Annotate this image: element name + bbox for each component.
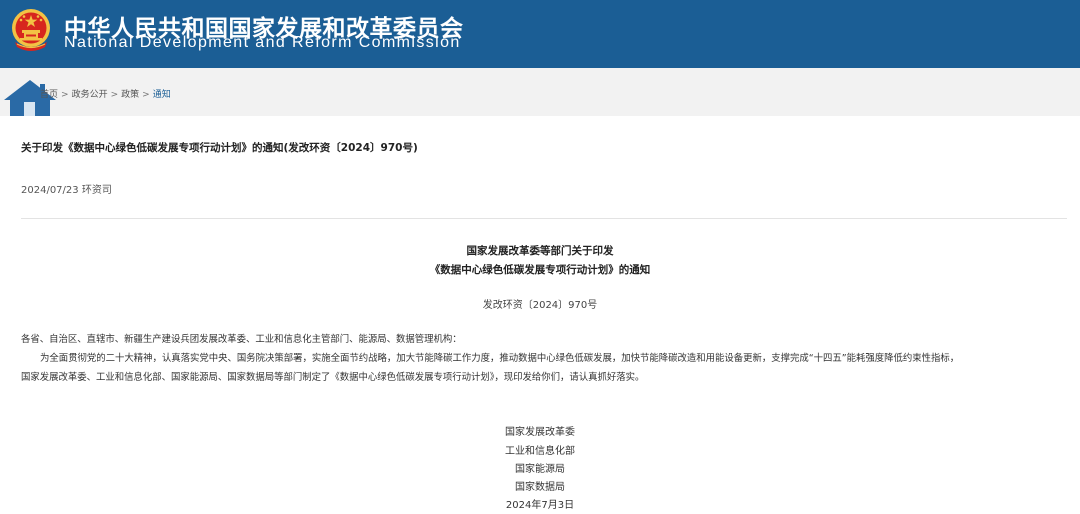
breadcrumb-separator: > [61, 90, 69, 100]
signatory-miit: 工业和信息化部 [505, 446, 575, 457]
breadcrumb-separator: > [142, 90, 150, 100]
breadcrumb-policy[interactable]: 政策 [121, 90, 139, 100]
document-body-line2: 国家发展改革委、工业和信息化部、国家能源局、国家数据局等部门制定了《数据中心绿色… [21, 372, 645, 383]
signatory-nea: 国家能源局 [515, 464, 565, 475]
article-date: 2024/07/23 [21, 185, 79, 196]
document-body: 为全面贯彻党的二十大精神，认真落实党中央、国务院决策部署，实施全面节约战略，加大… [21, 349, 1061, 387]
document-recipients: 各省、自治区、直辖市、新疆生产建设兵团发展改革委、工业和信息化主管部门、能源局、… [21, 334, 462, 345]
site-header: 中华人民共和国国家发展和改革委员会 National Development a… [0, 0, 1080, 68]
sign-date: 2024年7月3日 [505, 500, 575, 511]
document-heading-line1: 国家发展改革委等部门关于印发 [466, 245, 614, 257]
breadcrumb-open-government[interactable]: 政务公开 [72, 90, 108, 100]
divider [21, 218, 1067, 219]
breadcrumb-notice[interactable]: 通知 [153, 90, 171, 100]
article-title: 关于印发《数据中心绿色低碳发展专项行动计划》的通知(发改环资〔2024〕970号… [21, 142, 418, 154]
document-heading-line2: 《数据中心绿色低碳发展专项行动计划》的通知 [429, 264, 651, 276]
article-meta: 2024/07/23 环资司 [21, 181, 112, 196]
document-body-line1: 为全面贯彻党的二十大精神，认真落实党中央、国务院决策部署，实施全面节约战略，加大… [40, 353, 960, 364]
breadcrumb: 首页 > 政务公开 > 政策 > 通知 [40, 87, 171, 100]
breadcrumb-separator: > [110, 90, 119, 100]
national-emblem-icon[interactable] [9, 6, 53, 56]
breadcrumb-home[interactable]: 首页 [40, 90, 58, 100]
site-title-en[interactable]: National Development and Reform Commissi… [64, 34, 461, 52]
signatory-nda: 国家数据局 [515, 482, 565, 493]
article-source: 环资司 [81, 185, 112, 196]
document-number: 发改环资〔2024〕970号 [482, 300, 598, 311]
signatory-ndrc: 国家发展改革委 [505, 427, 575, 438]
